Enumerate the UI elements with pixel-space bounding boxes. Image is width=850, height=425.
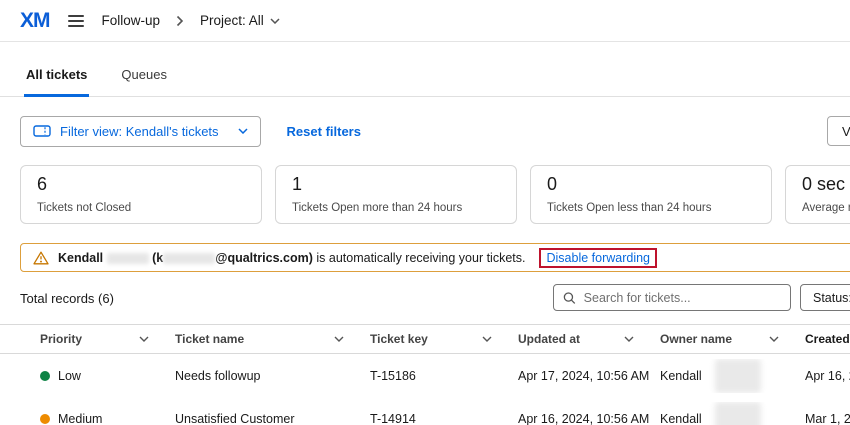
redacted-text [107,253,149,264]
column-header-ticket-key[interactable]: Ticket key [370,332,518,346]
tab-bar: All tickets Queues [0,58,850,97]
ticket-icon [33,125,51,137]
chevron-down-icon [334,336,344,342]
filter-view-label: Filter view: Kendall's tickets [60,124,219,139]
stat-label: Average res [802,202,850,214]
stat-value: 1 [292,174,500,195]
table-row[interactable]: Low Needs followup T-15186 Apr 17, 2024,… [0,354,850,397]
redacted-text [715,402,761,425]
owner-name-cell: Kendall [660,402,805,425]
stat-card-open-more-24h: 1 Tickets Open more than 24 hours [275,165,517,224]
redacted-text [163,253,215,264]
chevron-down-icon [482,336,492,342]
chevron-down-icon [238,128,248,134]
column-label: Ticket name [175,332,244,346]
tab-queues[interactable]: Queues [119,58,169,96]
chevron-down-icon [624,336,634,342]
banner-email-close: @qualtrics.com) [215,251,313,265]
chevron-right-icon [176,15,184,27]
banner-email-open: (k [152,251,163,265]
ticket-name-cell: Unsatisfied Customer [175,412,370,425]
chevron-down-icon [769,336,779,342]
warning-icon [33,251,49,265]
search-box [553,284,791,311]
column-header-created[interactable]: Created ↓ [805,332,850,346]
xm-logo: XM [20,9,50,33]
search-icon [563,291,576,305]
column-label: Owner name [660,332,732,346]
table-header-row: Priority Ticket name Ticket key Updated … [0,324,850,354]
disable-forwarding-link[interactable]: Disable forwarding [546,251,650,265]
ticket-key-cell: T-15186 [370,369,518,383]
hamburger-menu-icon[interactable] [66,11,86,31]
column-header-priority[interactable]: Priority [40,332,175,346]
priority-value: Medium [58,412,102,425]
reset-filters-link[interactable]: Reset filters [287,124,361,139]
tab-all-tickets[interactable]: All tickets [24,58,89,97]
banner-owner-name: Kendall [58,251,103,265]
stat-card-open-less-24h: 0 Tickets Open less than 24 hours [530,165,772,224]
stat-card-not-closed: 6 Tickets not Closed [20,165,262,224]
tickets-table: Priority Ticket name Ticket key Updated … [0,324,850,425]
ticket-name-cell: Needs followup [175,369,370,383]
annotation-highlight-box: Disable forwarding [539,248,657,268]
owner-first-name: Kendall [660,412,702,425]
breadcrumb-followup: Follow-up [102,13,161,28]
updated-at-cell: Apr 17, 2024, 10:56 AM [518,369,660,383]
stat-label: Tickets not Closed [37,202,245,214]
priority-dot [40,414,50,424]
records-toolbar: Total records (6) Status: A [20,284,830,312]
redacted-text [715,359,761,393]
column-label: Updated at [518,332,580,346]
project-selector[interactable]: Project: All [200,13,280,28]
stat-value: 0 [547,174,755,195]
stat-label: Tickets Open less than 24 hours [547,202,755,214]
chevron-down-icon [270,18,280,24]
column-header-owner-name[interactable]: Owner name [660,332,805,346]
stat-value: 6 [37,174,245,195]
updated-at-cell: Apr 16, 2024, 10:56 AM [518,412,660,425]
chevron-down-icon [139,336,149,342]
filter-view-button[interactable]: Filter view: Kendall's tickets [20,116,261,147]
banner-text: Kendall (k @qualtrics.com) is automatical… [58,251,525,265]
total-records-label: Total records (6) [20,291,114,306]
status-filter-dropdown[interactable]: Status: A [800,284,850,311]
forwarding-warning-banner: Kendall (k @qualtrics.com) is automatical… [20,243,850,272]
priority-value: Low [58,369,81,383]
column-header-ticket-name[interactable]: Ticket name [175,332,370,346]
created-cell: Mar 1, 20 [805,412,850,425]
column-label: Created [805,332,850,346]
table-row[interactable]: Medium Unsatisfied Customer T-14914 Apr … [0,397,850,425]
search-input[interactable] [584,291,781,305]
stat-card-average-response: 0 sec Average res [785,165,850,224]
column-label: Priority [40,332,82,346]
view-button[interactable]: View [827,116,850,146]
column-label: Ticket key [370,332,428,346]
ticket-key-cell: T-14914 [370,412,518,425]
column-header-updated-at[interactable]: Updated at [518,332,660,346]
top-navigation-bar: XM Follow-up Project: All [0,0,850,42]
owner-first-name: Kendall [660,369,702,383]
project-selector-label: Project: All [200,13,264,28]
stat-value: 0 sec [802,174,850,195]
owner-name-cell: Kendall [660,359,805,393]
priority-dot [40,371,50,381]
stats-row: 6 Tickets not Closed 1 Tickets Open more… [20,165,850,224]
stat-label: Tickets Open more than 24 hours [292,202,500,214]
banner-message: is automatically receiving your tickets. [316,251,525,265]
created-cell: Apr 16, 2 [805,369,850,383]
filter-row: Filter view: Kendall's tickets Reset fil… [20,115,830,147]
